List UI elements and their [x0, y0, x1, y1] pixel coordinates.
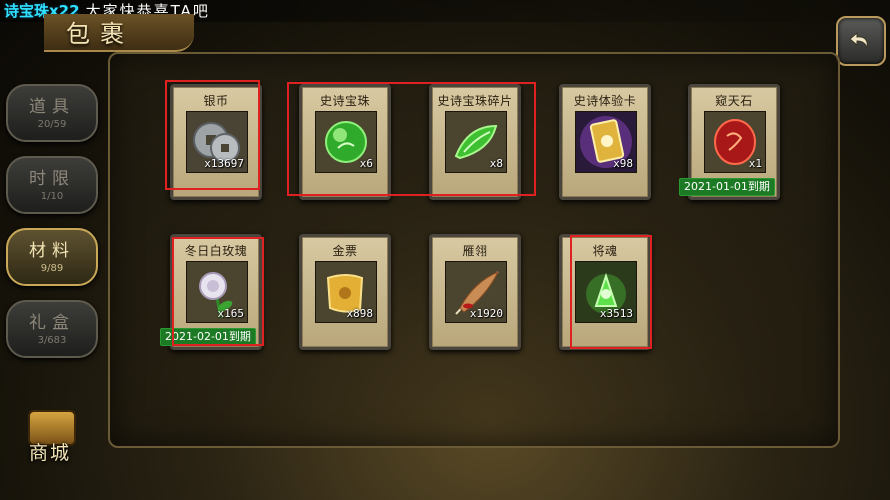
highlight-box — [287, 82, 536, 196]
red-stone-icon: x1 — [704, 111, 766, 173]
tab-materials[interactable]: 材料 9/89 — [6, 228, 98, 286]
tab-timed-count: 1/10 — [40, 191, 64, 202]
tab-materials-count: 9/89 — [40, 263, 64, 274]
tab-giftbox-label: 礼盒 — [29, 313, 75, 333]
tab-items-count: 20/59 — [37, 119, 67, 130]
tab-timed-label: 时限 — [29, 169, 75, 189]
feather-icon: x1920 — [445, 261, 507, 323]
item-card[interactable]: 史诗体验卡 x98 — [559, 84, 651, 200]
highlight-box — [570, 235, 652, 349]
back-arrow-icon — [849, 31, 868, 49]
highlight-box — [165, 80, 260, 190]
tab-giftbox[interactable]: 礼盒 3/683 — [6, 300, 98, 358]
tab-items-label: 道具 — [29, 97, 75, 117]
item-card[interactable]: 金票 x898 — [299, 234, 391, 350]
golden-card-icon: x98 — [575, 111, 637, 173]
item-count: x898 — [346, 307, 374, 320]
shop-button[interactable]: 商城 — [22, 408, 78, 464]
tab-giftbox-count: 3/683 — [37, 335, 67, 346]
item-count: x98 — [613, 157, 633, 170]
back-button[interactable] — [836, 16, 886, 66]
item-name: 窥天石 — [715, 94, 753, 108]
item-count: x1920 — [469, 307, 503, 320]
highlight-box — [172, 237, 264, 346]
item-count: x1 — [748, 157, 762, 170]
tab-items[interactable]: 道具 20/59 — [6, 84, 98, 142]
item-name: 雁翎 — [462, 244, 488, 258]
expiry-badge: 2021-01-01到期 — [679, 178, 775, 196]
item-name: 金票 — [332, 244, 358, 258]
gold-scroll-icon: x898 — [315, 261, 377, 323]
item-name: 史诗体验卡 — [573, 94, 637, 108]
page-title: 包裹 — [66, 20, 134, 48]
shop-label: 商城 — [28, 442, 71, 464]
item-card[interactable]: 雁翎 x1920 — [429, 234, 521, 350]
tab-materials-label: 材料 — [29, 241, 75, 261]
tab-timed[interactable]: 时限 1/10 — [6, 156, 98, 214]
